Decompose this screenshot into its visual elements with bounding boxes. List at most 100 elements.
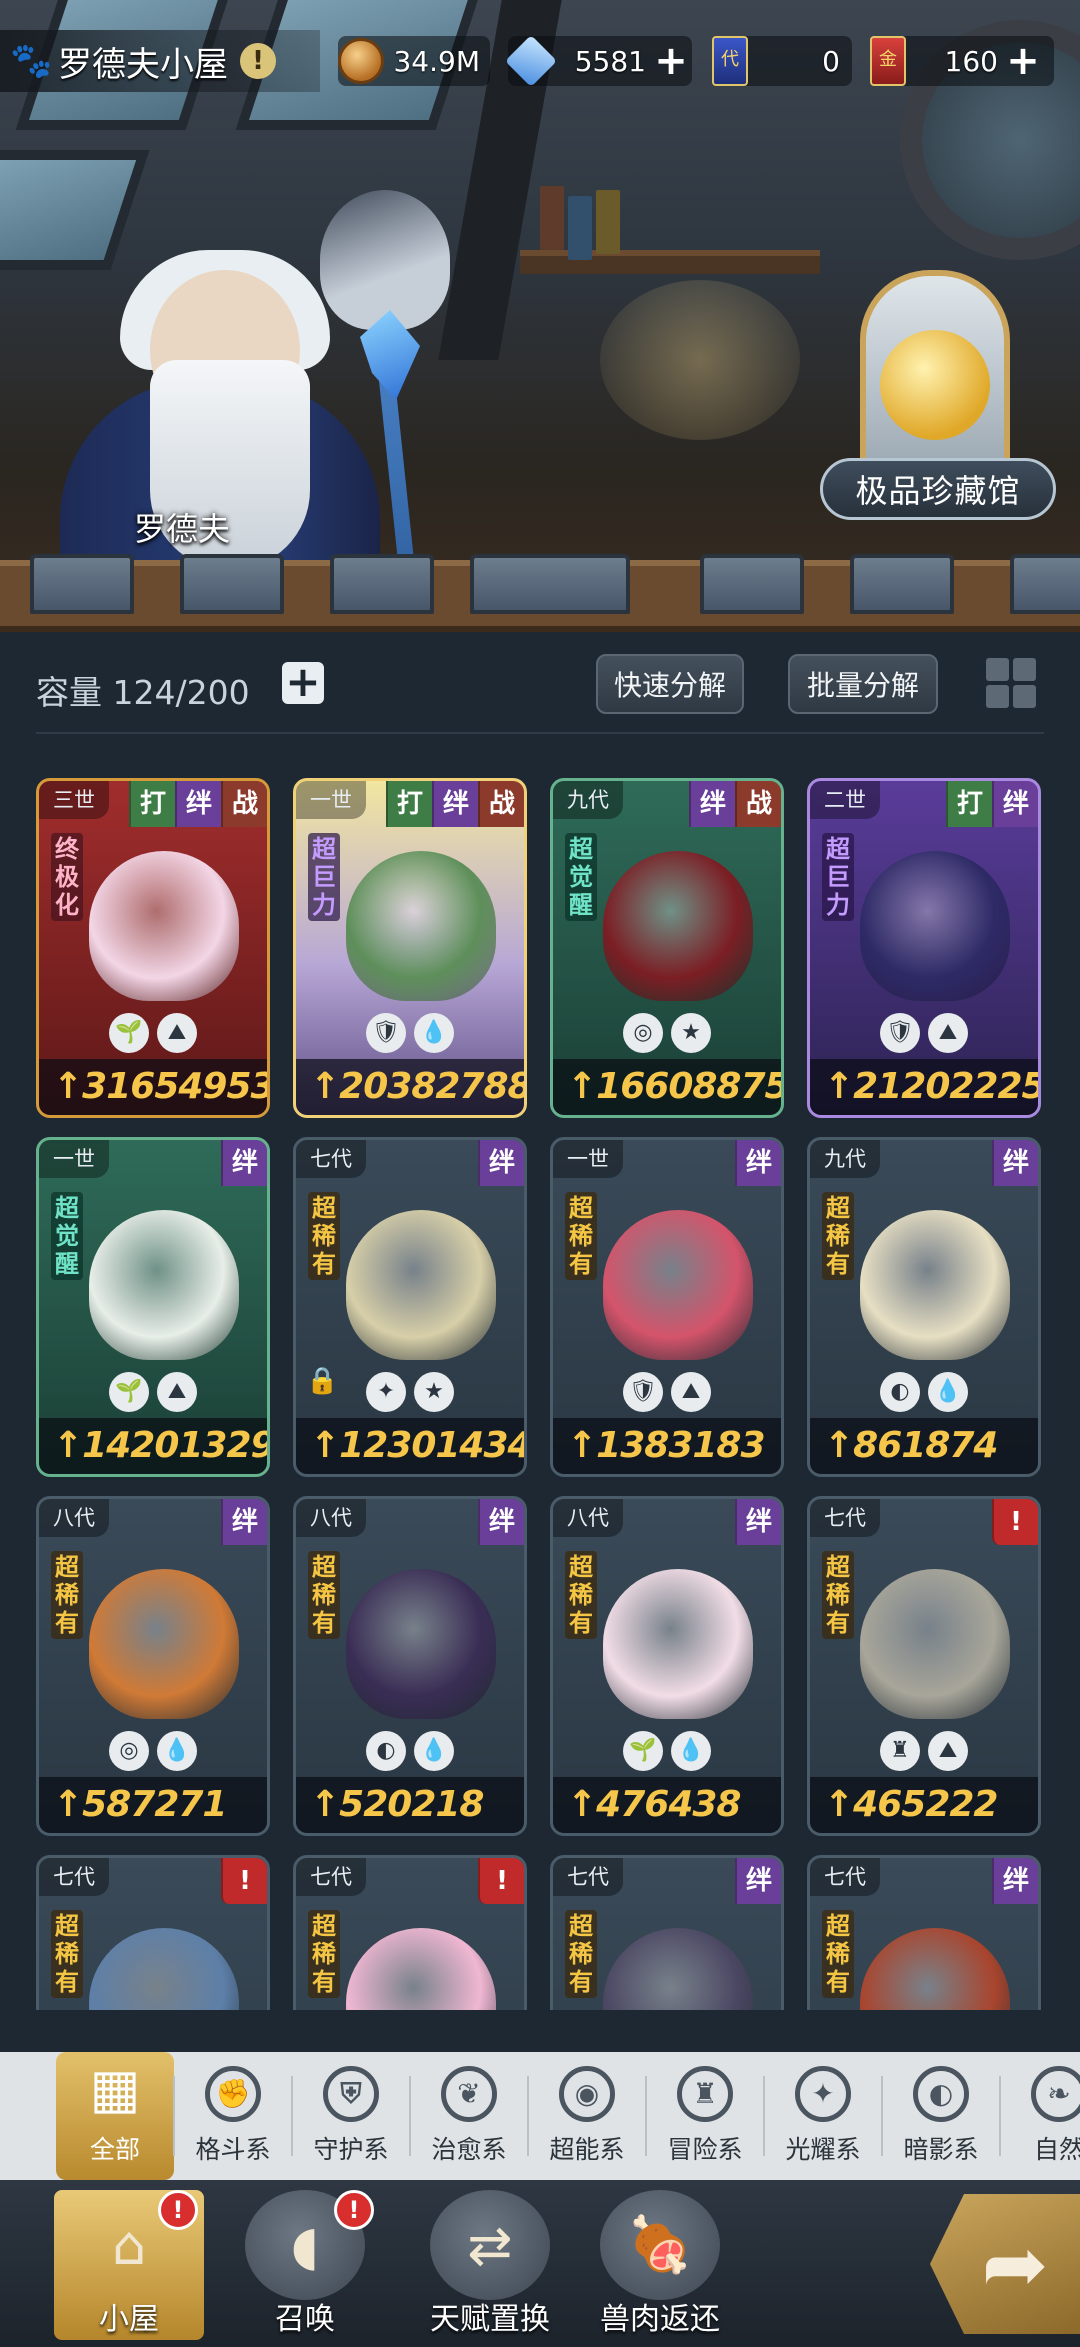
creature-portrait (89, 1569, 239, 1719)
rarity-label: 超稀有 (822, 1551, 854, 1639)
pet-card[interactable]: 八代 绊超稀有 ◎ 💧 ↑587271 (36, 1496, 270, 1836)
coin-value: 34.9M (393, 44, 480, 78)
category-label: 光耀系 (785, 2135, 861, 2164)
category-tab[interactable]: ◐ 暗影系 (882, 2052, 1000, 2180)
fence-post (1010, 554, 1080, 614)
card-tags: 打绊 (946, 781, 1038, 827)
alert-icon: ! (221, 1858, 267, 1904)
pet-card[interactable]: 七代! 超稀有 (36, 1855, 270, 2010)
fence-post (850, 554, 954, 614)
card-tags: 打绊战 (129, 781, 267, 827)
category-separator (763, 2076, 765, 2156)
pet-card[interactable]: 八代 绊超稀有 ◐ 💧 ↑520218 (293, 1496, 527, 1836)
element-icon: 💧 (671, 1731, 711, 1771)
pet-card[interactable]: 七代 绊超稀有 (550, 1855, 784, 2010)
rarity-label: 超稀有 (51, 1910, 83, 1998)
category-label: 超能系 (549, 2135, 625, 2164)
add-crystal-button[interactable]: + (654, 41, 688, 81)
pet-card[interactable]: 一世 绊超稀有 🛡 ⛰ ↑1383183 (550, 1137, 784, 1477)
card-tags: 绊 (735, 1140, 781, 1186)
pet-card[interactable]: 七代绊超稀有 🔒 ✦ ★ ↑12301434 (293, 1137, 527, 1477)
generation-label: 一世 (39, 1140, 109, 1178)
museum-button[interactable]: 极品珍藏馆 (820, 458, 1056, 520)
category-tab[interactable]: ▦ 全部 (56, 2052, 174, 2180)
cabin-scene: 罗德夫 极品珍藏馆 🐾 罗德夫小屋 ! 34.9M 5581 + 代 0 金 1… (0, 0, 1080, 630)
batch-decompose-button[interactable]: 批量分解 (788, 654, 938, 714)
crystal-icon (504, 34, 558, 88)
trait-tag: 战 (478, 781, 524, 827)
category-tab[interactable]: ✊ 格斗系 (174, 2052, 292, 2180)
fence-post (30, 554, 134, 614)
combat-power: ↑587271 (39, 1777, 267, 1833)
nav-item[interactable]: ⇄ 天赋置换 (400, 2190, 580, 2340)
pet-card[interactable]: 一世打绊战超巨力 🛡 💧 ↑20382788 (293, 778, 527, 1118)
nav-item[interactable]: 🍖 兽肉返还 (570, 2190, 750, 2340)
nav-item[interactable]: ⌂ 小屋! (54, 2190, 204, 2340)
pet-card[interactable]: 九代 绊超稀有 ◐ 💧 ↑861874 (807, 1137, 1041, 1477)
card-tags: 绊 (478, 1140, 524, 1186)
rarity-label: 超稀有 (822, 1910, 854, 1998)
nav-label: 兽肉返还 (600, 2302, 720, 2337)
category-tab[interactable]: ❧ 自然 (1000, 2052, 1080, 2180)
category-tab[interactable]: ✦ 光耀系 (764, 2052, 882, 2180)
trait-tag: 绊 (735, 1499, 781, 1545)
pet-card-grid: 三世打绊战终极化 🌱 ⛰ ↑31654953 一世打绊战超巨力 🛡 💧 ↑20382788 九代… (36, 778, 1046, 2010)
category-tab[interactable]: ♜ 冒险系 (646, 2052, 764, 2180)
attic-window (0, 150, 150, 270)
pet-card[interactable]: 八代 绊超稀有 🌱 💧 ↑476438 (550, 1496, 784, 1836)
pet-card[interactable]: 二世 打绊超巨力 🛡 ⛰ ↑21202225 (807, 778, 1041, 1118)
add-red-card-button[interactable]: + (1006, 41, 1040, 81)
element-icons: 🌱 ⛰ (39, 1013, 267, 1053)
generation-label: 八代 (39, 1499, 109, 1537)
combat-power: ↑20382788 (296, 1059, 524, 1115)
quick-decompose-button[interactable]: 快速分解 (596, 654, 744, 714)
element-icon: ✦ (366, 1372, 406, 1412)
generation-label: 七代 (296, 1140, 366, 1178)
generation-label: 一世 (296, 781, 366, 819)
element-icon: ⛰ (928, 1731, 968, 1771)
red-card-value: 160 (944, 44, 998, 78)
pet-card[interactable]: 七代! 超稀有 (293, 1855, 527, 2010)
expand-capacity-button[interactable]: + (282, 661, 324, 704)
category-tab[interactable]: ⛨ 守护系 (292, 2052, 410, 2180)
pet-card[interactable]: 七代 绊超稀有 (807, 1855, 1041, 2010)
combat-power-value: 31654953 (82, 1066, 270, 1107)
category-tab[interactable]: ◉ 超能系 (528, 2052, 646, 2180)
generation-label: 八代 (296, 1499, 366, 1537)
pet-card[interactable]: 九代 绊战超觉醒 ◎ ★ ↑16608875 (550, 778, 784, 1118)
generation-label: 八代 (553, 1499, 623, 1537)
info-icon[interactable]: ! (240, 43, 276, 79)
element-icon: ◐ (366, 1731, 406, 1771)
fence-post (470, 554, 630, 614)
pet-card[interactable]: 一世 绊超觉醒 🌱 ⛰ ↑14201329 (36, 1137, 270, 1477)
creature-portrait (860, 1210, 1010, 1360)
generation-label: 七代 (553, 1858, 623, 1896)
npc-name: 罗德夫 (134, 510, 231, 548)
grid-view-icon[interactable] (982, 654, 1040, 712)
rarity-label: 超稀有 (565, 1910, 597, 1998)
trait-tag: 绊 (689, 781, 735, 827)
pet-card[interactable]: 七代! 超稀有 ♜ ⛰ ↑465222 (807, 1496, 1041, 1836)
eclipse-icon: ◐ (913, 2066, 969, 2122)
generation-label: 七代 (810, 1858, 880, 1896)
element-icons: ♜ ⛰ (810, 1731, 1038, 1771)
creature-portrait (860, 1569, 1010, 1719)
card-tags: 绊 (221, 1140, 267, 1186)
element-icon: 💧 (157, 1731, 197, 1771)
trait-tag: 绊 (221, 1140, 267, 1186)
star-icon: ✦ (795, 2066, 851, 2122)
generation-label: 七代 (39, 1858, 109, 1896)
card-tags: ! (221, 1858, 267, 1904)
category-tab[interactable]: ❦ 治愈系 (410, 2052, 528, 2180)
book (568, 196, 592, 260)
golden-pet[interactable] (880, 330, 990, 440)
pet-card[interactable]: 三世打绊战终极化 🌱 ⛰ ↑31654953 (36, 778, 270, 1118)
element-icons: ◎ ★ (553, 1013, 781, 1053)
trait-tag: 绊 (735, 1858, 781, 1904)
fence-post (330, 554, 434, 614)
nav-item[interactable]: ◖ 召唤! (230, 2190, 380, 2340)
card-tags: 绊 (221, 1499, 267, 1545)
category-label: 暗影系 (903, 2135, 979, 2164)
creature-portrait (603, 1928, 753, 2010)
rarity-label: 终极化 (51, 833, 83, 921)
